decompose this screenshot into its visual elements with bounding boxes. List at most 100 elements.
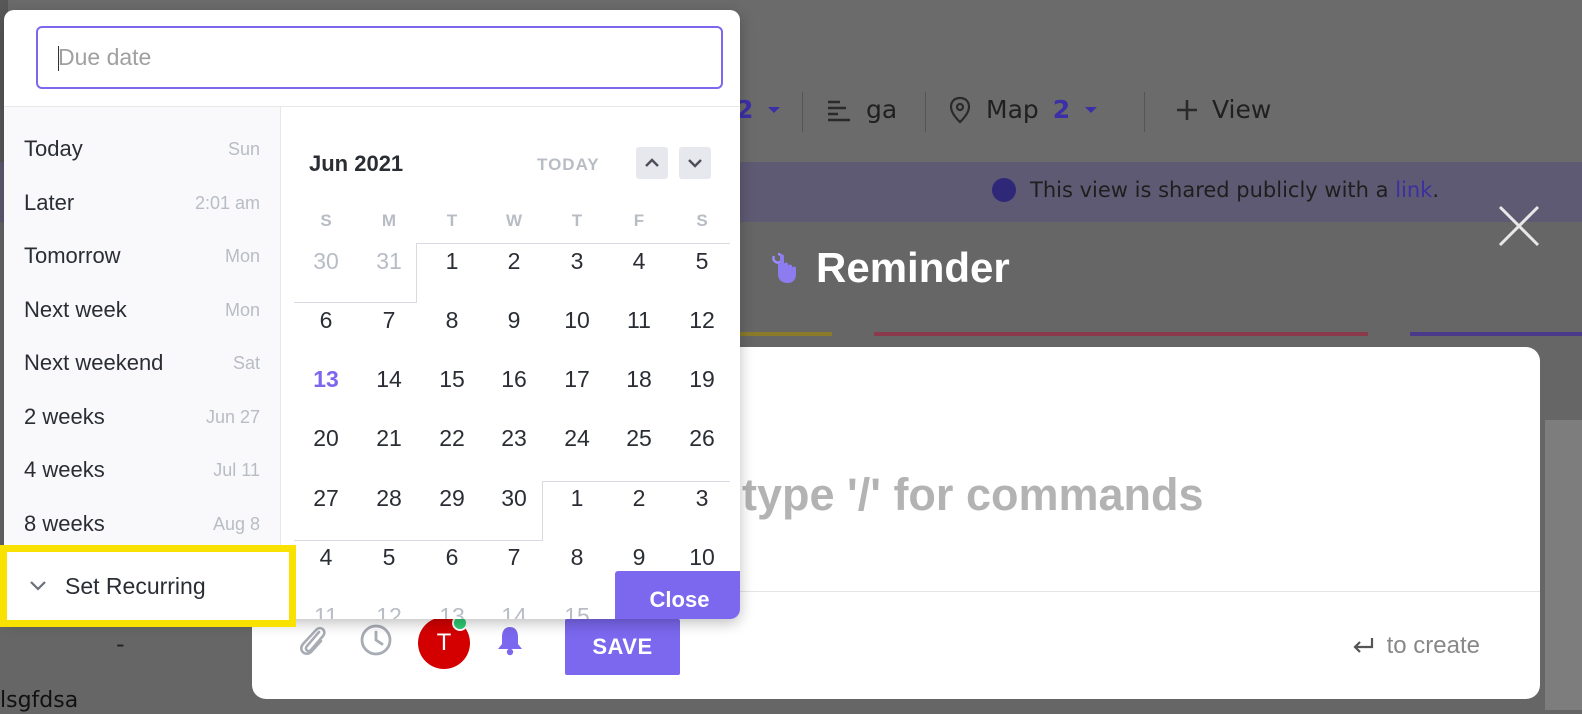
shortcut-8-weeks[interactable]: 8 weeks Aug 8 (24, 504, 260, 544)
calendar-day[interactable]: 25 (616, 425, 662, 452)
calendar-day[interactable]: 26 (679, 425, 725, 452)
toolbar-view-label: Map (986, 95, 1039, 124)
calendar-day[interactable]: 19 (679, 366, 725, 393)
calendar-next-month-button[interactable] (679, 147, 711, 179)
shortcut-4-weeks[interactable]: 4 weeks Jul 11 (24, 450, 260, 490)
chevron-down-icon (768, 106, 781, 113)
reminder-description-placeholder[interactable]: r type '/' for commands (712, 469, 1204, 521)
calendar-day[interactable]: 8 (554, 544, 600, 571)
set-recurring-label: Set Recurring (65, 572, 206, 599)
calendar-weekday: W (505, 211, 523, 230)
calendar-day[interactable]: 3 (679, 485, 725, 512)
calendar-day[interactable]: 30 (491, 485, 537, 512)
set-recurring-toggle[interactable]: Set Recurring (0, 545, 296, 627)
to-create-label: to create (1386, 632, 1480, 659)
globe-icon (992, 178, 1016, 202)
calendar-day[interactable]: 2 (616, 485, 662, 512)
calendar-day[interactable]: 17 (554, 366, 600, 393)
paperclip-icon (300, 626, 326, 655)
calendar-day[interactable]: 4 (616, 248, 662, 275)
calendar-day[interactable]: 10 (679, 544, 725, 571)
close-icon[interactable] (1496, 203, 1542, 249)
finger-string-icon (772, 252, 796, 283)
calendar-day[interactable]: 23 (491, 425, 537, 452)
share-link[interactable]: link (1395, 178, 1432, 202)
calendar-day[interactable]: 12 (679, 307, 725, 334)
calendar-day[interactable]: 28 (366, 485, 412, 512)
calendar-day[interactable]: 13 (303, 366, 349, 393)
toolbar-view-label: ga (866, 95, 898, 124)
calendar-weekday: T (571, 211, 583, 230)
calendar-weekday: S (320, 211, 332, 230)
calendar-day[interactable]: 11 (616, 307, 662, 334)
notify-button[interactable] (490, 620, 530, 660)
calendar-day[interactable]: 24 (554, 425, 600, 452)
calendar-day[interactable]: 22 (429, 425, 475, 452)
board-column-strip (1410, 332, 1582, 336)
shortcut-next-week[interactable]: Next week Mon (24, 290, 260, 330)
due-date-input[interactable] (36, 26, 723, 89)
attach-button[interactable] (292, 620, 332, 660)
calendar-day[interactable]: 12 (366, 603, 412, 619)
due-date-button[interactable] (356, 620, 396, 660)
calendar-day[interactable]: 3 (554, 248, 600, 275)
board-column-strip (874, 332, 1368, 336)
calendar-day[interactable]: 14 (491, 603, 537, 619)
calendar-day[interactable]: 30 (303, 248, 349, 275)
calendar-day[interactable]: 31 (366, 248, 412, 275)
board-card-edge (1545, 420, 1582, 710)
toolbar-view-map[interactable]: Map 2 (948, 95, 1098, 124)
clock-icon (360, 624, 392, 656)
shortcut-2-weeks[interactable]: 2 weeks Jun 27 (24, 397, 260, 437)
public-share-text: This view is shared publicly with a link… (992, 178, 1439, 202)
calendar-day[interactable]: 13 (429, 603, 475, 619)
toolbar-view-count[interactable]: 2 (736, 95, 781, 124)
calendar-day[interactable]: 6 (303, 307, 349, 334)
calendar-day[interactable]: 2 (491, 248, 537, 275)
calendar-prev-month-button[interactable] (636, 147, 668, 179)
calendar-weekday: F (633, 211, 645, 230)
calendar-day[interactable]: 4 (303, 544, 349, 571)
calendar-day[interactable]: 11 (303, 603, 349, 619)
map-pin-icon (949, 96, 971, 123)
toolbar-view-gantt[interactable]: ga (826, 95, 897, 124)
calendar-day[interactable]: 1 (554, 485, 600, 512)
save-button[interactable]: SAVE (565, 619, 680, 675)
calendar-day[interactable]: 10 (554, 307, 600, 334)
calendar-day[interactable]: 5 (366, 544, 412, 571)
board-column-strip (740, 332, 832, 336)
calendar-day[interactable]: 20 (303, 425, 349, 452)
calendar-weekday: T (446, 211, 458, 230)
date-shortcuts-list: Today Sun Later 2:01 am Tomorrow Mon Nex… (4, 107, 281, 619)
calendar-weekday: S (696, 211, 708, 230)
calendar-day[interactable]: 15 (554, 603, 600, 619)
calendar-day[interactable]: 21 (366, 425, 412, 452)
calendar-day[interactable]: 14 (366, 366, 412, 393)
calendar-day[interactable]: 18 (616, 366, 662, 393)
calendar-day[interactable]: 7 (491, 544, 537, 571)
calendar-day[interactable]: 9 (491, 307, 537, 334)
calendar-weekday: M (381, 211, 397, 230)
add-view-button[interactable]: View (1176, 95, 1271, 124)
calendar-day[interactable]: 27 (303, 485, 349, 512)
calendar-today-button[interactable]: TODAY (537, 155, 600, 175)
calendar-day[interactable]: 9 (616, 544, 662, 571)
calendar-day[interactable]: 29 (429, 485, 475, 512)
task-row-text: lsgfdsa (0, 688, 79, 713)
calendar-day[interactable]: 7 (366, 307, 412, 334)
calendar-day[interactable]: 15 (429, 366, 475, 393)
enter-key-icon (1353, 638, 1373, 653)
shortcut-later[interactable]: Later 2:01 am (24, 183, 260, 223)
shortcut-tomorrow[interactable]: Tomorrow Mon (24, 236, 260, 276)
plus-icon (1177, 99, 1197, 120)
shortcut-today[interactable]: Today Sun (24, 129, 260, 169)
calendar-day[interactable]: 16 (491, 366, 537, 393)
chevron-down-icon (30, 581, 46, 591)
close-button[interactable]: Close (615, 571, 740, 619)
calendar-day[interactable]: 5 (679, 248, 725, 275)
calendar-day[interactable]: 1 (429, 248, 475, 275)
shortcut-next-weekend[interactable]: Next weekend Sat (24, 343, 260, 383)
calendar-day[interactable]: 8 (429, 307, 475, 334)
calendar-day[interactable]: 6 (429, 544, 475, 571)
placeholder-dash: - (116, 630, 125, 658)
